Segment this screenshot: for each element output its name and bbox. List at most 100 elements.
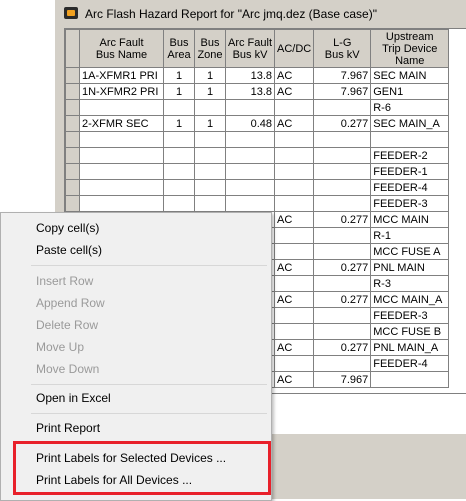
insert-row-item[interactable]: Insert Row: [36, 274, 93, 288]
table-cell[interactable]: [273, 323, 315, 340]
table-cell[interactable]: [273, 307, 315, 324]
table-cell[interactable]: [313, 163, 372, 180]
table-cell[interactable]: GEN1: [370, 83, 450, 100]
table-cell[interactable]: [313, 179, 372, 196]
column-header[interactable]: Arc Fault Bus Name: [79, 29, 164, 68]
column-header[interactable]: L-G Bus kV: [313, 29, 372, 68]
row-selector[interactable]: [65, 115, 80, 132]
move-down-item[interactable]: Move Down: [36, 362, 99, 376]
table-cell[interactable]: [163, 131, 195, 148]
table-row[interactable]: FEEDER-4: [65, 179, 450, 196]
paste-cells-item[interactable]: Paste cell(s): [36, 243, 102, 257]
table-row[interactable]: [65, 131, 450, 148]
table-cell[interactable]: AC: [273, 371, 315, 388]
column-header[interactable]: AC/DC: [273, 29, 315, 68]
table-row[interactable]: R-6: [65, 99, 450, 116]
table-cell[interactable]: [273, 99, 315, 116]
table-cell[interactable]: [163, 99, 195, 116]
table-cell[interactable]: [273, 355, 315, 372]
table-cell[interactable]: 0.277: [313, 115, 372, 132]
table-cell[interactable]: [370, 371, 450, 388]
table-cell[interactable]: FEEDER-4: [370, 355, 450, 372]
append-row-item[interactable]: Append Row: [36, 296, 105, 310]
table-cell[interactable]: AC: [273, 67, 315, 84]
column-header[interactable]: Bus Area: [163, 29, 195, 68]
table-cell[interactable]: [273, 131, 315, 148]
table-cell[interactable]: R-1: [370, 227, 450, 244]
table-cell[interactable]: [194, 195, 226, 212]
table-cell[interactable]: [225, 147, 275, 164]
row-selector[interactable]: [65, 147, 80, 164]
table-cell[interactable]: [194, 147, 226, 164]
row-selector[interactable]: [65, 131, 80, 148]
table-cell[interactable]: [273, 147, 315, 164]
table-cell[interactable]: [313, 355, 372, 372]
table-cell[interactable]: MCC MAIN_A: [370, 291, 450, 308]
table-cell[interactable]: [273, 163, 315, 180]
table-cell[interactable]: [273, 275, 315, 292]
table-cell[interactable]: [313, 99, 372, 116]
table-cell[interactable]: [313, 227, 372, 244]
table-cell[interactable]: AC: [273, 291, 315, 308]
table-cell[interactable]: [79, 131, 164, 148]
table-cell[interactable]: [313, 243, 372, 260]
table-cell[interactable]: PNL MAIN_A: [370, 339, 450, 356]
table-cell[interactable]: [313, 275, 372, 292]
table-cell[interactable]: 7.967: [313, 371, 372, 388]
table-cell[interactable]: AC: [273, 339, 315, 356]
table-cell[interactable]: [163, 147, 195, 164]
print-report-item[interactable]: Print Report: [36, 421, 100, 435]
table-cell[interactable]: [163, 179, 195, 196]
table-cell[interactable]: MCC FUSE A: [370, 243, 450, 260]
table-cell[interactable]: [79, 179, 164, 196]
table-cell[interactable]: [370, 131, 450, 148]
table-cell[interactable]: [273, 179, 315, 196]
title-bar[interactable]: Arc Flash Hazard Report for "Arc jmq.dez…: [55, 0, 466, 28]
table-cell[interactable]: [194, 99, 226, 116]
row-selector-header[interactable]: [65, 29, 80, 68]
table-cell[interactable]: 13.8: [225, 83, 275, 100]
table-cell[interactable]: [273, 195, 315, 212]
move-up-item[interactable]: Move Up: [36, 340, 84, 354]
table-cell[interactable]: 1: [194, 67, 226, 84]
table-cell[interactable]: 0.277: [313, 339, 372, 356]
table-cell[interactable]: AC: [273, 115, 315, 132]
table-cell[interactable]: R-6: [370, 99, 450, 116]
table-cell[interactable]: [313, 147, 372, 164]
table-cell[interactable]: FEEDER-2: [370, 147, 450, 164]
table-cell[interactable]: [225, 99, 275, 116]
table-cell[interactable]: 1: [163, 83, 195, 100]
column-header[interactable]: Bus Zone: [194, 29, 226, 68]
table-cell[interactable]: [163, 163, 195, 180]
table-cell[interactable]: 7.967: [313, 67, 372, 84]
table-cell[interactable]: FEEDER-4: [370, 179, 450, 196]
table-cell[interactable]: [79, 195, 164, 212]
table-cell[interactable]: [163, 195, 195, 212]
table-cell[interactable]: [194, 179, 226, 196]
table-cell[interactable]: 0.277: [313, 259, 372, 276]
table-cell[interactable]: AC: [273, 211, 315, 228]
table-cell[interactable]: [79, 163, 164, 180]
table-cell[interactable]: [313, 131, 372, 148]
delete-row-item[interactable]: Delete Row: [36, 318, 98, 332]
row-selector[interactable]: [65, 179, 80, 196]
table-cell[interactable]: 2-XFMR SEC: [79, 115, 164, 132]
table-row[interactable]: 2-XFMR SEC 1 1 0.48 AC 0.277 SEC MAIN_A: [65, 115, 450, 132]
table-cell[interactable]: [225, 179, 275, 196]
table-cell[interactable]: [313, 307, 372, 324]
table-cell[interactable]: MCC FUSE B: [370, 323, 450, 340]
row-selector[interactable]: [65, 163, 80, 180]
table-cell[interactable]: 1: [194, 115, 226, 132]
table-row[interactable]: FEEDER-2: [65, 147, 450, 164]
table-cell[interactable]: [313, 195, 372, 212]
table-cell[interactable]: 1A-XFMR1 PRI: [79, 67, 164, 84]
table-cell[interactable]: FEEDER-3: [370, 307, 450, 324]
table-cell[interactable]: [273, 227, 315, 244]
table-cell[interactable]: FEEDER-3: [370, 195, 450, 212]
row-selector[interactable]: [65, 67, 80, 84]
table-cell[interactable]: [194, 163, 226, 180]
open-in-excel-item[interactable]: Open in Excel: [36, 391, 111, 405]
table-cell[interactable]: 0.277: [313, 291, 372, 308]
table-cell[interactable]: 1: [194, 83, 226, 100]
row-selector[interactable]: [65, 99, 80, 116]
